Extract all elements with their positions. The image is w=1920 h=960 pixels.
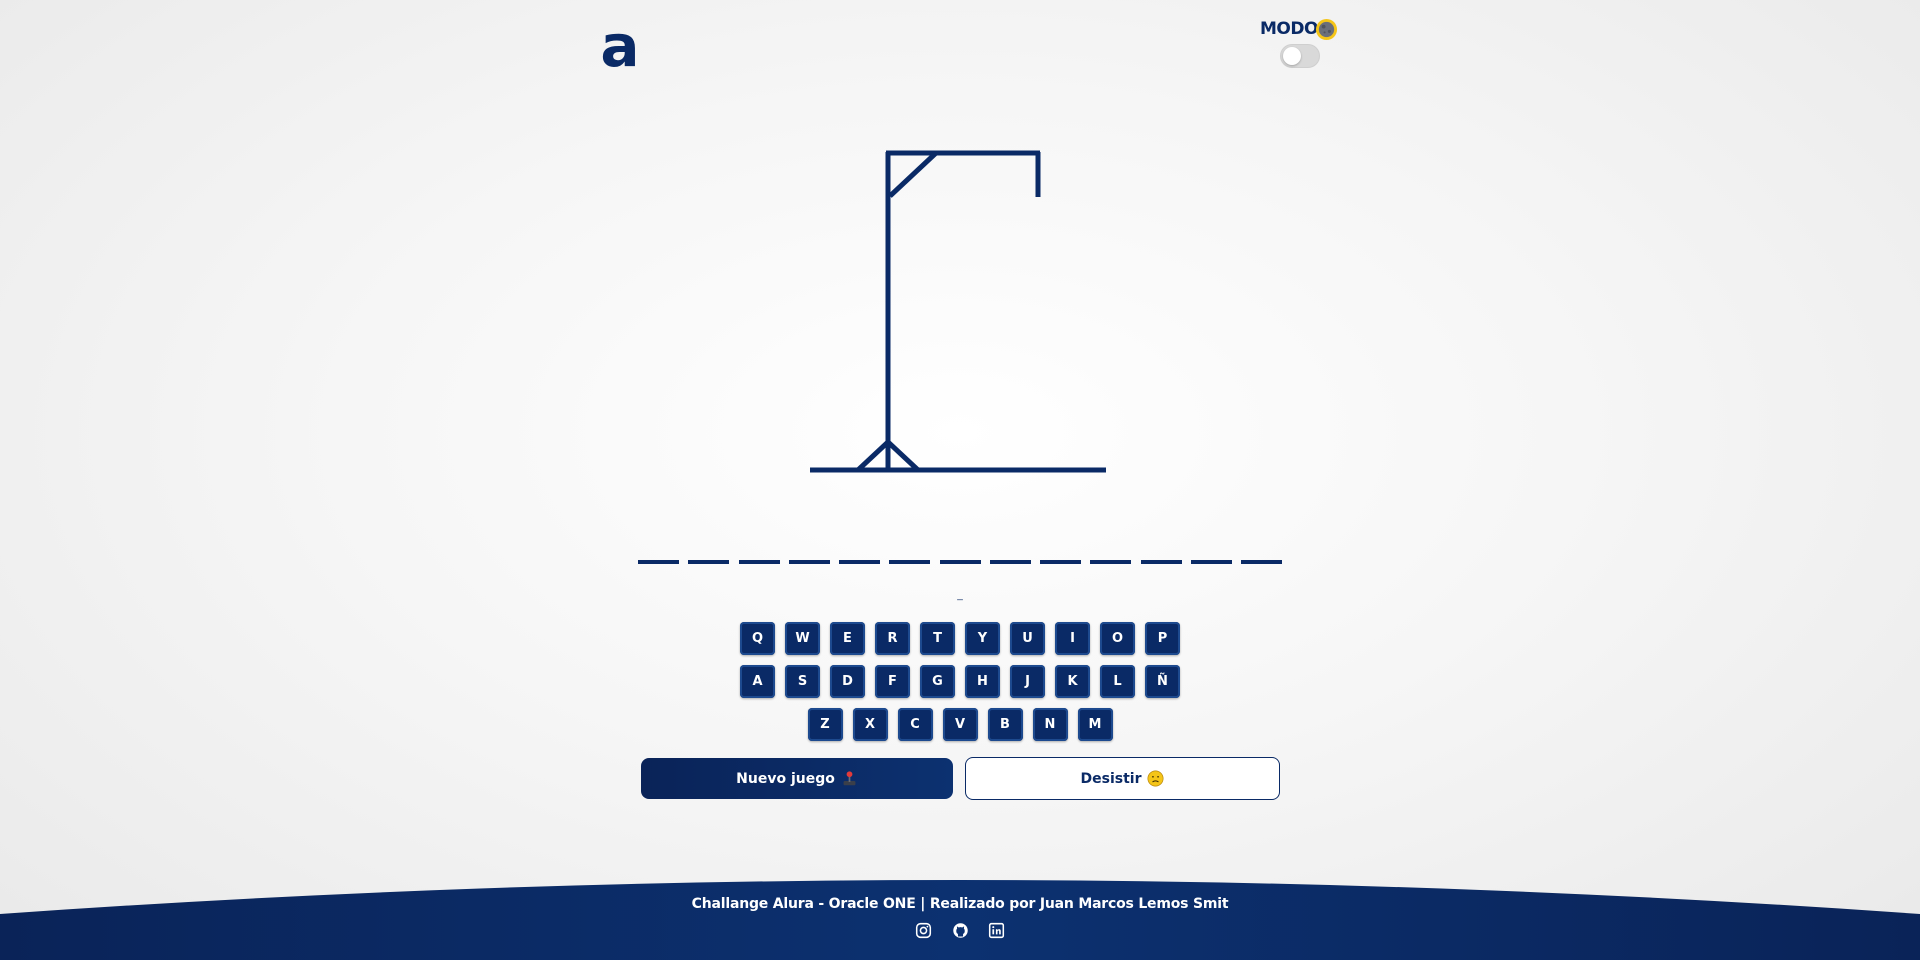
wrong-letters: _ — [957, 590, 963, 601]
letter-slot — [738, 560, 780, 564]
keyboard-row-2: ASDFGHJKLÑ — [640, 665, 1280, 698]
footer-wave — [0, 880, 1920, 960]
keyboard-row-1: QWERTYUIOP — [640, 622, 1280, 655]
key-r[interactable]: R — [875, 622, 910, 655]
key-p[interactable]: P — [1145, 622, 1180, 655]
quit-button[interactable]: Desistir — [965, 757, 1280, 800]
gallows-brace — [888, 151, 938, 198]
quit-label: Desistir — [1080, 770, 1142, 787]
key-y[interactable]: Y — [965, 622, 1000, 655]
letter-slot — [638, 560, 679, 564]
gallows-drawing — [810, 150, 1106, 473]
key-g[interactable]: G — [920, 665, 955, 698]
new-game-label: Nuevo juego — [736, 770, 835, 787]
key-w[interactable]: W — [785, 622, 820, 655]
key-ñ[interactable]: Ñ — [1145, 665, 1180, 698]
letter-slot — [788, 560, 830, 564]
toggle-knob[interactable] — [1283, 47, 1301, 65]
alura-logo: a — [600, 16, 639, 72]
linkedin-icon[interactable] — [988, 922, 1005, 939]
mode-label: MODO — [1260, 19, 1318, 39]
key-i[interactable]: I — [1055, 622, 1090, 655]
moon-icon — [1315, 18, 1338, 41]
letter-slot — [889, 560, 931, 564]
key-a[interactable]: A — [740, 665, 775, 698]
github-icon[interactable] — [952, 922, 969, 939]
instagram-icon[interactable] — [915, 922, 932, 939]
key-z[interactable]: Z — [807, 708, 843, 741]
key-t[interactable]: T — [920, 622, 955, 655]
key-h[interactable]: H — [965, 665, 1000, 698]
letter-slot — [1140, 560, 1182, 564]
key-n[interactable]: N — [1032, 708, 1068, 741]
mode-switcher: MODO — [1260, 16, 1340, 72]
logo-letter: a — [600, 16, 639, 72]
key-x[interactable]: X — [852, 708, 888, 741]
key-s[interactable]: S — [785, 665, 820, 698]
letter-slot — [1190, 560, 1232, 564]
letter-slot — [1040, 560, 1081, 564]
key-b[interactable]: B — [987, 708, 1023, 741]
key-f[interactable]: F — [875, 665, 910, 698]
letter-slot — [688, 560, 730, 564]
key-v[interactable]: V — [942, 708, 978, 741]
joystick-icon — [843, 771, 856, 786]
key-c[interactable]: C — [897, 708, 933, 741]
mode-toggle[interactable] — [1280, 44, 1320, 68]
gallows-left-foot — [856, 440, 890, 472]
key-o[interactable]: O — [1100, 622, 1135, 655]
letter-slot — [939, 560, 981, 564]
sad-face-icon — [1147, 770, 1164, 787]
letter-keyboard: QWERTYUIOP ASDFGHJKLÑ ZXCVBNM — [640, 622, 1280, 751]
gallows-right-foot — [886, 440, 920, 472]
key-k[interactable]: K — [1055, 665, 1090, 698]
key-l[interactable]: L — [1100, 665, 1135, 698]
footer-credits: Challange Alura - Oracle ONE | Realizado… — [691, 896, 1229, 912]
letter-slot — [1090, 560, 1132, 564]
key-j[interactable]: J — [1010, 665, 1045, 698]
keyboard-row-3: ZXCVBNM — [640, 708, 1280, 741]
key-d[interactable]: D — [830, 665, 865, 698]
key-u[interactable]: U — [1010, 622, 1045, 655]
key-e[interactable]: E — [830, 622, 865, 655]
social-links — [915, 922, 1005, 940]
letter-slot — [839, 560, 880, 564]
key-q[interactable]: Q — [740, 622, 775, 655]
letter-slot — [989, 560, 1031, 564]
new-game-button[interactable]: Nuevo juego — [641, 758, 953, 799]
secret-word — [638, 560, 1282, 568]
letter-slot — [1241, 560, 1282, 564]
key-m[interactable]: M — [1077, 708, 1113, 741]
